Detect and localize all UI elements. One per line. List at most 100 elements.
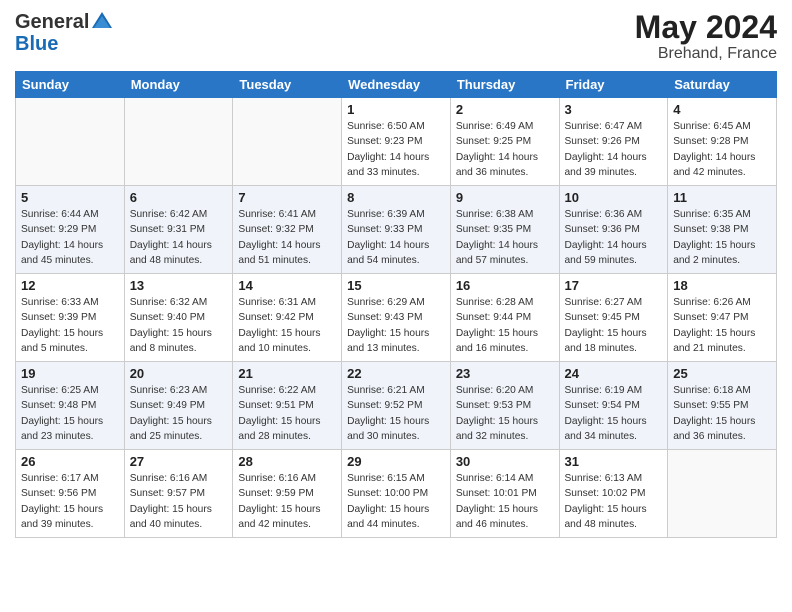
day-info: Sunrise: 6:36 AMSunset: 9:36 PMDaylight:… [565, 207, 663, 268]
header-wednesday: Wednesday [342, 72, 451, 98]
table-row: 19 Sunrise: 6:25 AMSunset: 9:48 PMDayligh… [16, 362, 125, 450]
day-number: 27 [130, 454, 228, 469]
table-row: 24 Sunrise: 6:19 AMSunset: 9:54 PMDayligh… [559, 362, 668, 450]
day-number: 23 [456, 366, 554, 381]
header-saturday: Saturday [668, 72, 777, 98]
title-location: Brehand, France [635, 45, 777, 63]
day-info: Sunrise: 6:50 AMSunset: 9:23 PMDaylight:… [347, 119, 445, 180]
table-row: 26Sunrise: 6:17 AMSunset: 9:56 PMDayligh… [16, 450, 125, 538]
day-info: Sunrise: 6:23 AMSunset: 9:49 PMDaylight:… [130, 383, 228, 444]
day-number: 17 [565, 278, 663, 293]
table-row: 30Sunrise: 6:14 AMSunset: 10:01 PMDaylig… [450, 450, 559, 538]
day-info: Sunrise: 6:25 AMSunset: 9:48 PMDaylight:… [21, 383, 119, 444]
day-info: Sunrise: 6:42 AMSunset: 9:31 PMDaylight:… [130, 207, 228, 268]
table-row: 12Sunrise: 6:33 AMSunset: 9:39 PMDayligh… [16, 274, 125, 362]
title-month: May 2024 [635, 10, 777, 45]
table-row: 17 Sunrise: 6:27 AMSunset: 9:45 PMDayligh… [559, 274, 668, 362]
day-info: Sunrise: 6:18 AMSunset: 9:55 PMDaylight:… [673, 383, 771, 444]
table-row [16, 98, 125, 186]
header-sunday: Sunday [16, 72, 125, 98]
day-info: Sunrise: 6:19 AMSunset: 9:54 PMDaylight:… [565, 383, 663, 444]
day-number: 6 [130, 190, 228, 205]
calendar-week-row: 1 Sunrise: 6:50 AMSunset: 9:23 PMDaylight… [16, 98, 777, 186]
table-row: 10 Sunrise: 6:36 AMSunset: 9:36 PMDayligh… [559, 186, 668, 274]
day-info: Sunrise: 6:20 AMSunset: 9:53 PMDaylight:… [456, 383, 554, 444]
day-info: Sunrise: 6:22 AMSunset: 9:51 PMDaylight:… [238, 383, 336, 444]
logo: General Blue [15, 10, 113, 54]
day-info: Sunrise: 6:38 AMSunset: 9:35 PMDaylight:… [456, 207, 554, 268]
calendar-week-row: 19 Sunrise: 6:25 AMSunset: 9:48 PMDayligh… [16, 362, 777, 450]
logo-icon [91, 10, 113, 32]
day-info: Sunrise: 6:45 AMSunset: 9:28 PMDaylight:… [673, 119, 771, 180]
day-info: Sunrise: 6:35 AMSunset: 9:38 PMDaylight:… [673, 207, 771, 268]
day-number: 31 [565, 454, 663, 469]
day-info: Sunrise: 6:47 AMSunset: 9:26 PMDaylight:… [565, 119, 663, 180]
header-thursday: Thursday [450, 72, 559, 98]
day-number: 8 [347, 190, 445, 205]
header-monday: Monday [124, 72, 233, 98]
day-number: 1 [347, 102, 445, 117]
day-number: 25 [673, 366, 771, 381]
logo-general: General [15, 12, 89, 32]
day-info: Sunrise: 6:14 AMSunset: 10:01 PMDaylight… [456, 471, 554, 532]
table-row [233, 98, 342, 186]
table-row: 25 Sunrise: 6:18 AMSunset: 9:55 PMDayligh… [668, 362, 777, 450]
calendar-week-row: 12Sunrise: 6:33 AMSunset: 9:39 PMDayligh… [16, 274, 777, 362]
table-row: 29Sunrise: 6:15 AMSunset: 10:00 PMDaylig… [342, 450, 451, 538]
weekday-header-row: Sunday Monday Tuesday Wednesday Thursday… [16, 72, 777, 98]
day-number: 24 [565, 366, 663, 381]
table-row: 20 Sunrise: 6:23 AMSunset: 9:49 PMDayligh… [124, 362, 233, 450]
table-row: 13Sunrise: 6:32 AMSunset: 9:40 PMDayligh… [124, 274, 233, 362]
table-row: 18 Sunrise: 6:26 AMSunset: 9:47 PMDayligh… [668, 274, 777, 362]
table-row: 7 Sunrise: 6:41 AMSunset: 9:32 PMDaylight… [233, 186, 342, 274]
table-row: 31 Sunrise: 6:13 AMSunset: 10:02 PMDaylig… [559, 450, 668, 538]
day-info: Sunrise: 6:17 AMSunset: 9:56 PMDaylight:… [21, 471, 119, 532]
day-info: Sunrise: 6:16 AMSunset: 9:59 PMDaylight:… [238, 471, 336, 532]
day-number: 11 [673, 190, 771, 205]
day-number: 12 [21, 278, 119, 293]
day-info: Sunrise: 6:39 AMSunset: 9:33 PMDaylight:… [347, 207, 445, 268]
day-info: Sunrise: 6:32 AMSunset: 9:40 PMDaylight:… [130, 295, 228, 356]
day-number: 4 [673, 102, 771, 117]
page: General Blue May 2024 Brehand, France Su… [0, 0, 792, 612]
table-row: 5Sunrise: 6:44 AMSunset: 9:29 PMDaylight… [16, 186, 125, 274]
day-number: 18 [673, 278, 771, 293]
day-info: Sunrise: 6:49 AMSunset: 9:25 PMDaylight:… [456, 119, 554, 180]
day-info: Sunrise: 6:16 AMSunset: 9:57 PMDaylight:… [130, 471, 228, 532]
calendar-week-row: 5Sunrise: 6:44 AMSunset: 9:29 PMDaylight… [16, 186, 777, 274]
logo-blue: Blue [15, 34, 113, 54]
table-row: 14Sunrise: 6:31 AMSunset: 9:42 PMDayligh… [233, 274, 342, 362]
day-info: Sunrise: 6:13 AMSunset: 10:02 PMDaylight… [565, 471, 663, 532]
table-row [124, 98, 233, 186]
day-number: 20 [130, 366, 228, 381]
calendar-table: Sunday Monday Tuesday Wednesday Thursday… [15, 71, 777, 538]
header-friday: Friday [559, 72, 668, 98]
day-number: 10 [565, 190, 663, 205]
day-number: 22 [347, 366, 445, 381]
table-row [668, 450, 777, 538]
day-number: 15 [347, 278, 445, 293]
day-number: 28 [238, 454, 336, 469]
table-row: 9Sunrise: 6:38 AMSunset: 9:35 PMDaylight… [450, 186, 559, 274]
day-info: Sunrise: 6:15 AMSunset: 10:00 PMDaylight… [347, 471, 445, 532]
table-row: 8 Sunrise: 6:39 AMSunset: 9:33 PMDaylight… [342, 186, 451, 274]
day-info: Sunrise: 6:27 AMSunset: 9:45 PMDaylight:… [565, 295, 663, 356]
table-row: 6 Sunrise: 6:42 AMSunset: 9:31 PMDaylight… [124, 186, 233, 274]
day-number: 7 [238, 190, 336, 205]
table-row: 28 Sunrise: 6:16 AMSunset: 9:59 PMDayligh… [233, 450, 342, 538]
table-row: 1 Sunrise: 6:50 AMSunset: 9:23 PMDaylight… [342, 98, 451, 186]
day-number: 16 [456, 278, 554, 293]
day-info: Sunrise: 6:29 AMSunset: 9:43 PMDaylight:… [347, 295, 445, 356]
day-number: 19 [21, 366, 119, 381]
calendar-week-row: 26Sunrise: 6:17 AMSunset: 9:56 PMDayligh… [16, 450, 777, 538]
day-number: 21 [238, 366, 336, 381]
table-row: 23 Sunrise: 6:20 AMSunset: 9:53 PMDayligh… [450, 362, 559, 450]
table-row: 15 Sunrise: 6:29 AMSunset: 9:43 PMDayligh… [342, 274, 451, 362]
day-number: 5 [21, 190, 119, 205]
day-info: Sunrise: 6:41 AMSunset: 9:32 PMDaylight:… [238, 207, 336, 268]
table-row: 2 Sunrise: 6:49 AMSunset: 9:25 PMDaylight… [450, 98, 559, 186]
day-number: 2 [456, 102, 554, 117]
table-row: 22Sunrise: 6:21 AMSunset: 9:52 PMDayligh… [342, 362, 451, 450]
day-info: Sunrise: 6:26 AMSunset: 9:47 PMDaylight:… [673, 295, 771, 356]
table-row: 4 Sunrise: 6:45 AMSunset: 9:28 PMDaylight… [668, 98, 777, 186]
